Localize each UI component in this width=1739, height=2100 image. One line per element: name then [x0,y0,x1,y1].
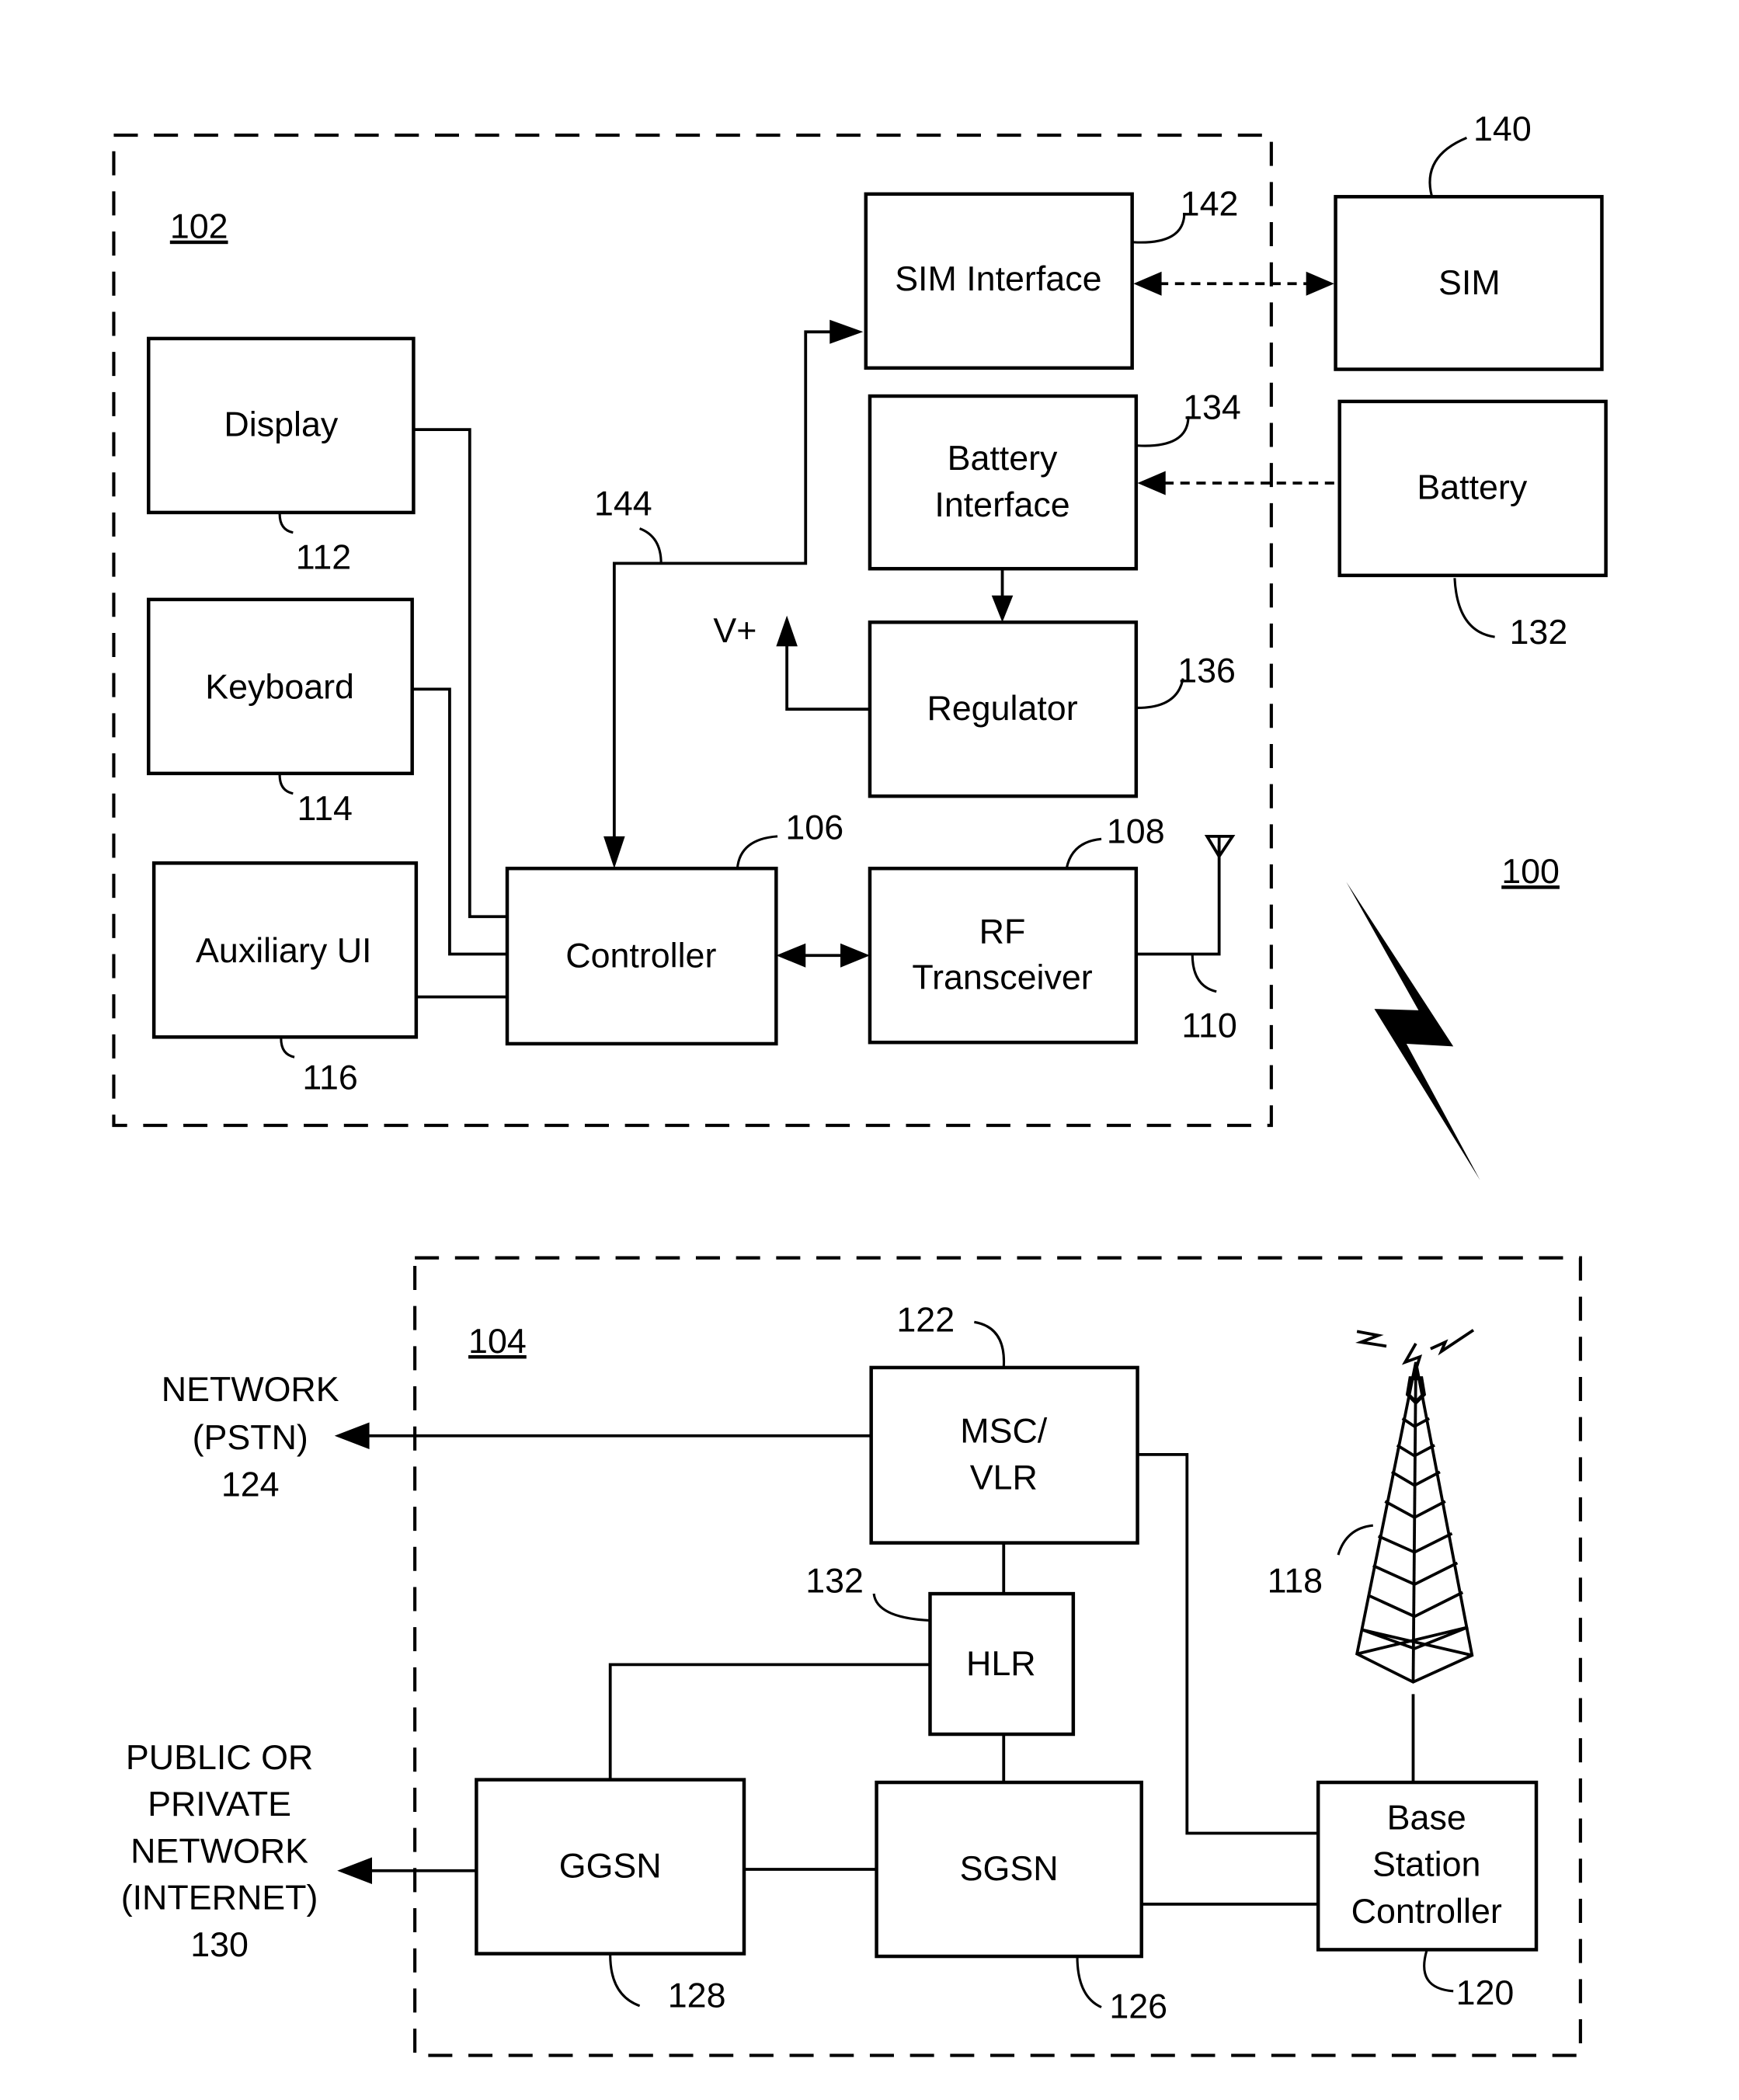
ggsn-ref: 128 [668,1977,726,2015]
bsc-ref: 120 [1456,1973,1515,2012]
auxiliary-ui-label: Auxiliary UI [196,931,371,970]
bsc-label-line3: Controller [1351,1892,1502,1931]
internet-label-line3: NETWORK [130,1831,308,1870]
sim-interface-ref: 142 [1181,184,1239,223]
network-ref: 104 [468,1322,527,1361]
controller-label: Controller [565,937,716,975]
system-ref: 100 [1501,852,1560,891]
battery-interface-label-line1: Battery [948,439,1058,478]
keyboard-label: Keyboard [205,667,354,706]
display-label: Display [224,405,338,444]
arrowhead-left-icon [1137,471,1166,495]
display-ref: 112 [296,537,351,576]
antenna-ref: 110 [1181,1006,1236,1045]
pstn-label-line2: (PSTN) [193,1418,308,1457]
sim-ref: 140 [1473,110,1532,148]
arrowhead-up-icon [776,615,798,647]
battery-ref: 132 [1510,613,1568,652]
hlr-to-ggsn-wire [608,1663,930,1780]
ggsn-label: GGSN [559,1846,662,1885]
sim-interface-block: SIM Interface [864,192,1134,370]
internet-label-line1: PUBLIC OR [126,1738,313,1777]
battery-interface-block: Battery Interface [868,394,1139,571]
bsc-label-line1: Base [1387,1798,1466,1837]
controller-ref: 106 [785,808,843,847]
sgsn-block: SGSN [875,1780,1143,1959]
msc-ref: 122 [896,1300,955,1339]
arrowhead-down-icon [603,836,625,869]
battery-block: Battery [1337,399,1608,578]
msc-label-line1: MSC/ [960,1411,1048,1450]
bus-144-wire [612,330,836,850]
auxiliary-ui-block: Auxiliary UI [151,861,419,1039]
internet-ref: 130 [190,1925,249,1964]
keyboard-block: Keyboard [147,597,414,776]
battery-interface-ref: 134 [1183,388,1241,426]
sim-card-block: SIM [1334,195,1604,371]
battery-interface-label-line2: Interface [934,485,1069,524]
rf-label-line2: Transceiver [912,958,1092,996]
antenna-icon [1204,834,1236,860]
arrowhead-down-icon [991,595,1014,623]
pstn-label-line1: NETWORK [162,1370,339,1409]
ggsn-block: GGSN [475,1778,746,1956]
display-block: Display [147,336,416,515]
sgsn-ref: 126 [1109,1987,1167,2025]
keyboard-ref: 114 [297,789,353,828]
arrowhead-left-icon [1133,271,1162,296]
regulator-to-vplus-wire [785,642,870,711]
bus-ref: 144 [594,484,652,523]
internet-label-line2: PRIVATE [148,1785,291,1824]
arrowhead-right-icon [1306,271,1334,296]
internet-label-line4: (INTERNET) [121,1879,318,1917]
pstn-ref: 124 [221,1465,280,1504]
vplus-label: V+ [713,611,756,650]
mobile-device-ref: 102 [170,207,228,246]
arrowhead-left-icon [334,1422,370,1450]
msc-to-bsc-wire [1137,1453,1319,1835]
auxiliary-ui-ref: 116 [302,1059,357,1097]
rf-label-line1: RF [979,913,1026,951]
controller-block: Controller [505,866,778,1046]
battery-label: Battery [1417,468,1527,507]
regulator-label: Regulator [927,689,1077,728]
arrowhead-left-icon [337,1857,372,1884]
lightning-bolt-icon [1346,881,1480,1180]
hlr-block: HLR [928,1591,1076,1737]
bsc-label-line2: Station [1372,1845,1480,1884]
rf-transceiver-ref: 108 [1107,812,1165,850]
arrowhead-right-icon [830,319,864,344]
keyboard-to-controller-wire [412,687,508,956]
sim-interface-label: SIM Interface [895,259,1101,298]
cell-tower-icon [1355,1329,1475,1684]
sgsn-label: SGSN [960,1849,1059,1888]
display-to-controller-wire [413,428,508,919]
antenna-wire [1136,845,1221,956]
msc-vlr-block: MSC/ VLR [869,1365,1139,1545]
hlr-label: HLR [966,1644,1036,1683]
sim-label: SIM [1438,263,1501,302]
rf-transceiver-block: RF Transceiver [868,866,1139,1045]
msc-label-line2: VLR [970,1459,1038,1497]
tower-ref: 118 [1268,1561,1323,1600]
arrowhead-right-icon [840,943,870,968]
base-station-controller-block: Base Station Controller [1316,1780,1539,1952]
arrowhead-left-icon [776,943,806,968]
hlr-ref: 132 [805,1561,864,1600]
communication-system-diagram: 102 Display 112 Keyboard 114 Auxiliary U… [112,110,1608,2057]
regulator-ref: 136 [1177,652,1236,690]
regulator-block: Regulator [868,620,1139,798]
